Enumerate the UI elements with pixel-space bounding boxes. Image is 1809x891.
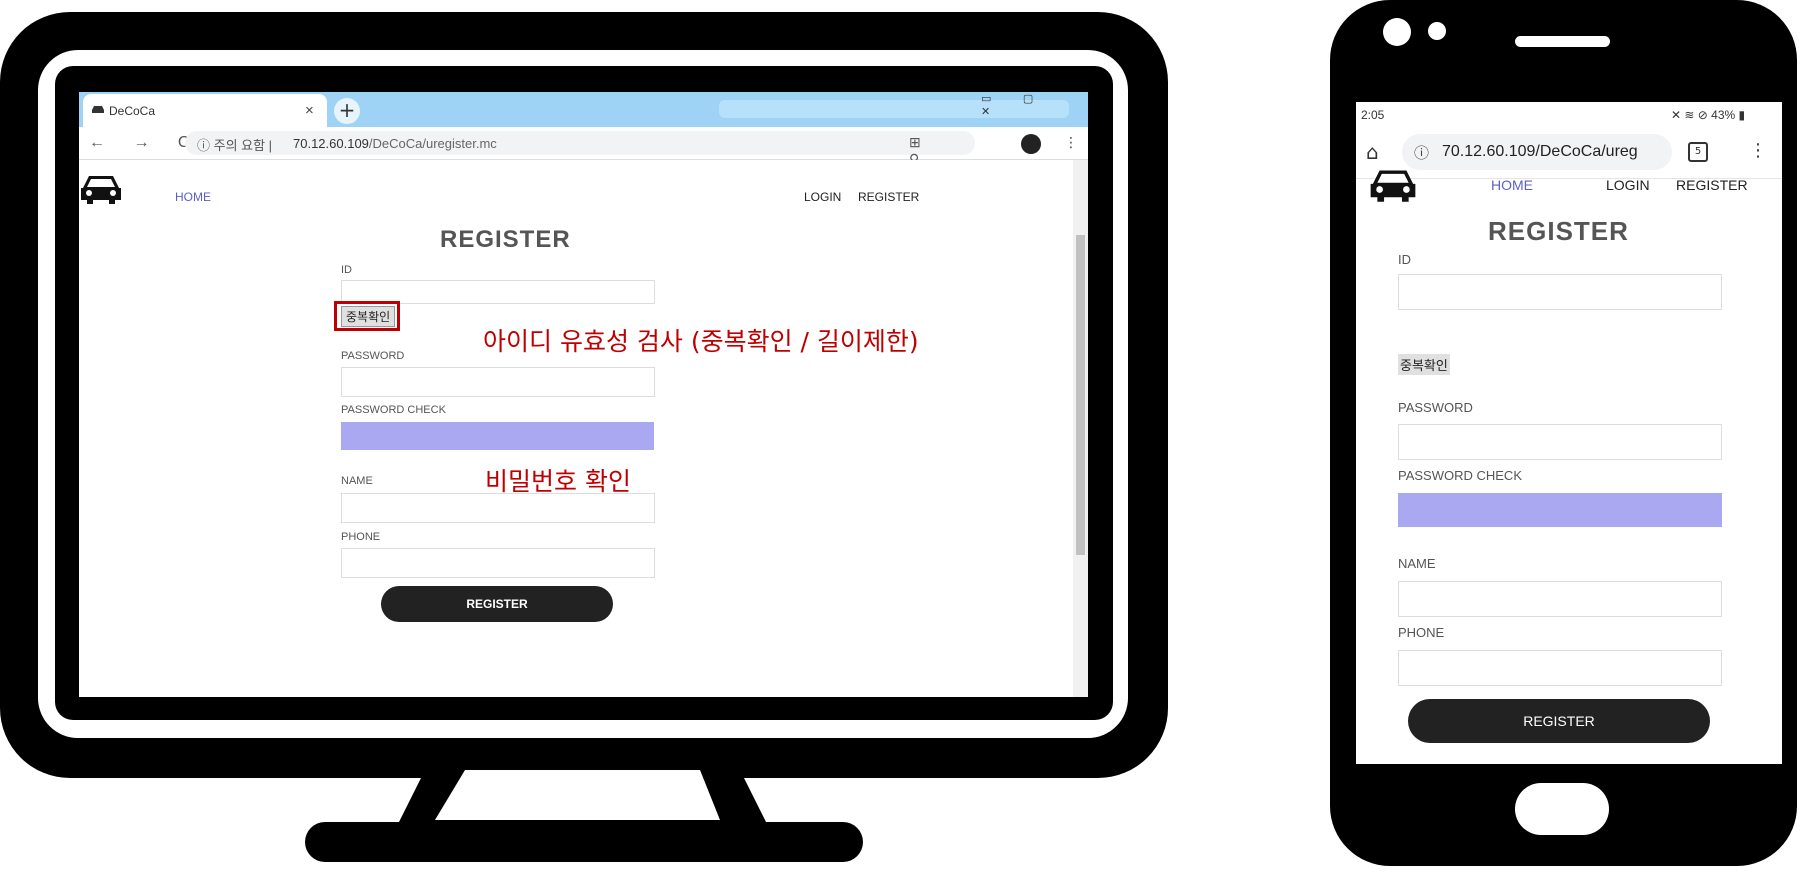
phone-input[interactable] — [1398, 650, 1722, 686]
window-controls[interactable]: ▭ ▢ ✕ — [981, 92, 1081, 118]
page-title: REGISTER — [1488, 216, 1629, 246]
monitor-stand-neck — [395, 770, 770, 830]
annotation-id-validation: 아이디 유효성 검사 (중복확인 / 길이제한) — [483, 327, 919, 356]
id-input[interactable] — [1398, 274, 1722, 310]
password-check-label: PASSWORD CHECK — [1398, 468, 1522, 483]
url-host: 70.12.60.109 — [293, 136, 369, 151]
mobile-browser-screen: 2:05 ✕ ≋ ⊘ 43% ▮ ⌂ ⓘ 70.12.60.109/DeCoCa… — [1356, 102, 1782, 764]
id-label: ID — [341, 264, 352, 276]
name-label: NAME — [1398, 556, 1436, 571]
nav-login-link[interactable]: LOGIN — [1606, 177, 1650, 193]
tab-count-button[interactable]: 5 — [1688, 142, 1708, 162]
home-icon[interactable]: ⌂ — [1366, 140, 1379, 164]
phone-label: PHONE — [341, 531, 381, 543]
tab-strip: ▭ ▢ ✕ DeCoCa × + — [79, 92, 1088, 127]
password-check-input[interactable] — [1398, 493, 1722, 527]
password-label: PASSWORD — [1398, 400, 1473, 415]
browser-tab[interactable]: DeCoCa × — [83, 94, 327, 127]
scrollbar-thumb[interactable] — [1076, 235, 1085, 555]
phone-home-button[interactable] — [1515, 783, 1609, 835]
car-logo-icon[interactable] — [79, 172, 123, 206]
tab-title: DeCoCa — [109, 104, 156, 118]
url-text[interactable]: 70.12.60.109/DeCoCa/uregister.mc — [293, 136, 497, 151]
phone-camera — [1383, 18, 1411, 46]
security-warning[interactable]: ⓘ 주의 요함 | — [197, 135, 272, 154]
monitor-stand-base — [305, 822, 863, 862]
password-label: PASSWORD — [341, 350, 405, 362]
desktop-browser-window: ▭ ▢ ✕ DeCoCa × + ← → C ⓘ 주의 요함 | 70.12.6… — [79, 92, 1088, 697]
password-check-label: PASSWORD CHECK — [341, 404, 446, 416]
nav-login-link[interactable]: LOGIN — [804, 190, 841, 204]
status-icons: ✕ ≋ ⊘ 43% ▮ — [1671, 108, 1746, 122]
duplicate-check-button[interactable]: 중복확인 — [1398, 354, 1450, 375]
password-check-input[interactable] — [341, 422, 654, 450]
profile-avatar[interactable] — [1021, 134, 1041, 154]
car-icon — [92, 106, 104, 113]
name-label: NAME — [341, 475, 373, 487]
browser-menu-icon[interactable]: ⋮ — [1064, 135, 1078, 151]
annotation-highlight-box — [334, 301, 400, 331]
nav-home-link[interactable]: HOME — [1491, 177, 1533, 193]
mobile-url-text[interactable]: 70.12.60.109/DeCoCa/ureg — [1442, 143, 1638, 161]
omnibox[interactable]: ⓘ 주의 요함 | 70.12.60.109/DeCoCa/uregister.… — [185, 131, 975, 184]
register-submit-button[interactable]: REGISTER — [1408, 699, 1710, 743]
register-page: HOME LOGIN REGISTER REGISTER ID 중복확인 PAS… — [79, 160, 1073, 697]
nav-home-link[interactable]: HOME — [175, 190, 211, 204]
mobile-menu-icon[interactable]: ⋮ — [1749, 140, 1767, 161]
id-label: ID — [1398, 252, 1411, 267]
status-time: 2:05 — [1361, 108, 1385, 122]
password-input[interactable] — [1398, 424, 1722, 460]
page-title: REGISTER — [440, 226, 571, 253]
name-input[interactable] — [1398, 581, 1722, 617]
phone-speaker — [1515, 36, 1610, 47]
phone-sensor — [1428, 22, 1446, 40]
url-path: /DeCoCa/uregister.mc — [368, 136, 497, 151]
password-input[interactable] — [341, 367, 655, 397]
address-bar-row: ← → C ⓘ 주의 요함 | 70.12.60.109/DeCoCa/ureg… — [79, 127, 1088, 184]
car-logo-icon[interactable] — [1366, 166, 1420, 204]
phone-input[interactable] — [341, 548, 655, 578]
annotation-password-check: 비밀번호 확인 — [485, 467, 631, 496]
info-icon[interactable]: ⓘ — [1414, 142, 1429, 163]
register-submit-button[interactable]: REGISTER — [381, 586, 613, 622]
mobile-omnibox[interactable]: ⓘ 70.12.60.109/DeCoCa/ureg — [1402, 134, 1672, 170]
phone-label: PHONE — [1398, 625, 1445, 640]
new-tab-button[interactable]: + — [334, 98, 360, 124]
nav-register-link[interactable]: REGISTER — [858, 190, 919, 204]
nav-register-link[interactable]: REGISTER — [1676, 177, 1748, 193]
tab-close-icon[interactable]: × — [305, 102, 314, 119]
